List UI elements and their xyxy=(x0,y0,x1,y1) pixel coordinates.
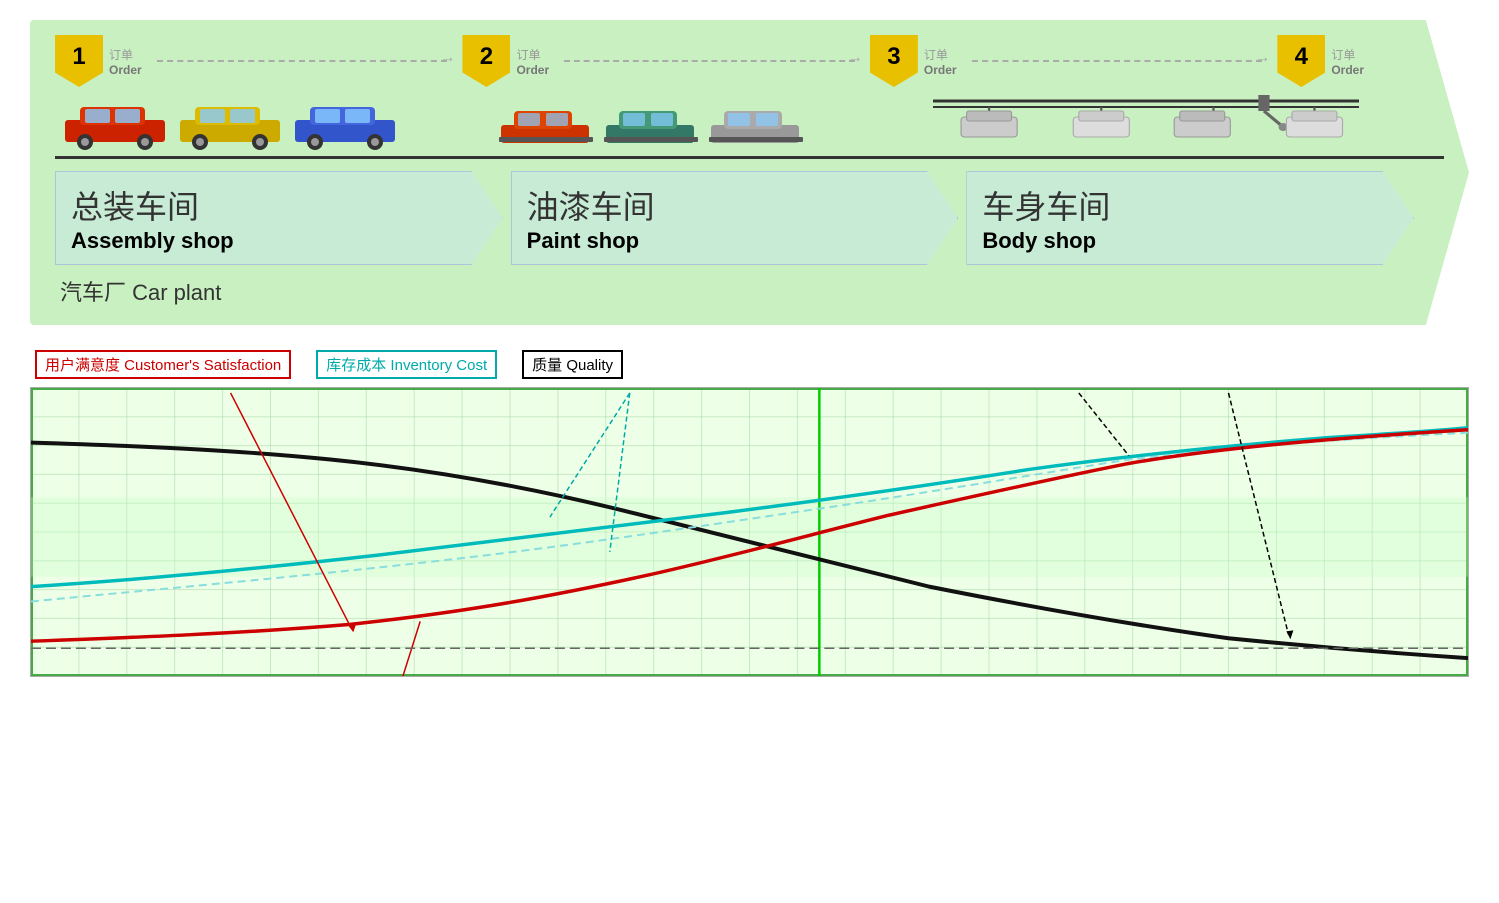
order-cn-4: 订单 xyxy=(1331,46,1364,63)
paint-shop-en: Paint shop xyxy=(527,228,943,254)
car-blue xyxy=(290,95,400,150)
order-cn-2: 订单 xyxy=(516,46,549,63)
legend-satisfaction-label: 用户满意度 Customer's Satisfaction xyxy=(45,354,281,375)
order-label-3: 订单 Order xyxy=(924,46,957,77)
paint-shop-block: 油漆车间 Paint shop xyxy=(511,171,959,265)
assembly-shop-en: Assembly shop xyxy=(71,228,487,254)
order-en-1: Order xyxy=(109,63,142,77)
badge-3: 3 xyxy=(870,35,918,87)
paint-car-2 xyxy=(601,95,701,150)
body-shop-en: Body shop xyxy=(982,228,1398,254)
chart-section: 用户满意度 Customer's Satisfaction 库存成本 Inven… xyxy=(30,350,1469,677)
main-container: 1 订单 Order → 2 订单 Order → xyxy=(0,0,1499,903)
car-red xyxy=(60,95,170,150)
cars-row xyxy=(55,95,1444,159)
paint-car-1 xyxy=(496,95,596,150)
assembly-cars xyxy=(55,95,491,150)
legend-inventory-label: 库存成本 Inventory Cost xyxy=(326,354,487,375)
badge-4: 4 xyxy=(1277,35,1325,87)
car-yellow xyxy=(175,95,285,150)
car-plant-label: 汽车厂 Car plant xyxy=(55,275,1444,307)
orders-row: 1 订单 Order → 2 订单 Order → xyxy=(55,35,1444,87)
legend-row: 用户满意度 Customer's Satisfaction 库存成本 Inven… xyxy=(30,350,1469,379)
legend-quality-label: 质量 Quality xyxy=(532,354,613,375)
badge-group-1: 1 订单 Order xyxy=(55,35,142,87)
paint-cars xyxy=(491,95,927,150)
legend-inventory: 库存成本 Inventory Cost xyxy=(316,350,497,379)
order-cn-3: 订单 xyxy=(924,46,957,63)
body-shop-cn: 车身车间 xyxy=(982,182,1398,228)
order-en-4: Order xyxy=(1331,63,1364,77)
car-plant-section: 1 订单 Order → 2 订单 Order → xyxy=(30,20,1469,325)
assembly-shop-block: 总装车间 Assembly shop xyxy=(55,171,503,265)
paint-car-3 xyxy=(706,95,806,150)
order-cn-1: 订单 xyxy=(109,46,142,63)
body-shop-conveyor xyxy=(928,95,1364,150)
body-shop-block: 车身车间 Body shop xyxy=(966,171,1414,265)
badge-1: 1 xyxy=(55,35,103,87)
arrow-2: → xyxy=(564,60,855,62)
order-label-1: 订单 Order xyxy=(109,46,142,77)
badge-group-3: 3 订单 Order xyxy=(870,35,957,87)
paint-shop-cn: 油漆车间 xyxy=(527,182,943,228)
badge-group-4: 4 订单 Order xyxy=(1277,35,1364,87)
order-label-2: 订单 Order xyxy=(516,46,549,77)
legend-satisfaction: 用户满意度 Customer's Satisfaction xyxy=(35,350,291,379)
legend-quality: 质量 Quality xyxy=(522,350,623,379)
badge-2: 2 xyxy=(462,35,510,87)
order-en-3: Order xyxy=(924,63,957,77)
arrow-3: → xyxy=(972,60,1263,62)
assembly-shop-cn: 总装车间 xyxy=(71,182,487,228)
order-en-2: Order xyxy=(516,63,549,77)
chart-svg xyxy=(30,387,1469,677)
order-label-4: 订单 Order xyxy=(1331,46,1364,77)
shops-row: 总装车间 Assembly shop 油漆车间 Paint shop 车身车间 … xyxy=(55,171,1444,265)
badge-group-2: 2 订单 Order xyxy=(462,35,549,87)
arrow-1: → xyxy=(157,60,448,62)
conveyor-svg xyxy=(933,95,1359,150)
